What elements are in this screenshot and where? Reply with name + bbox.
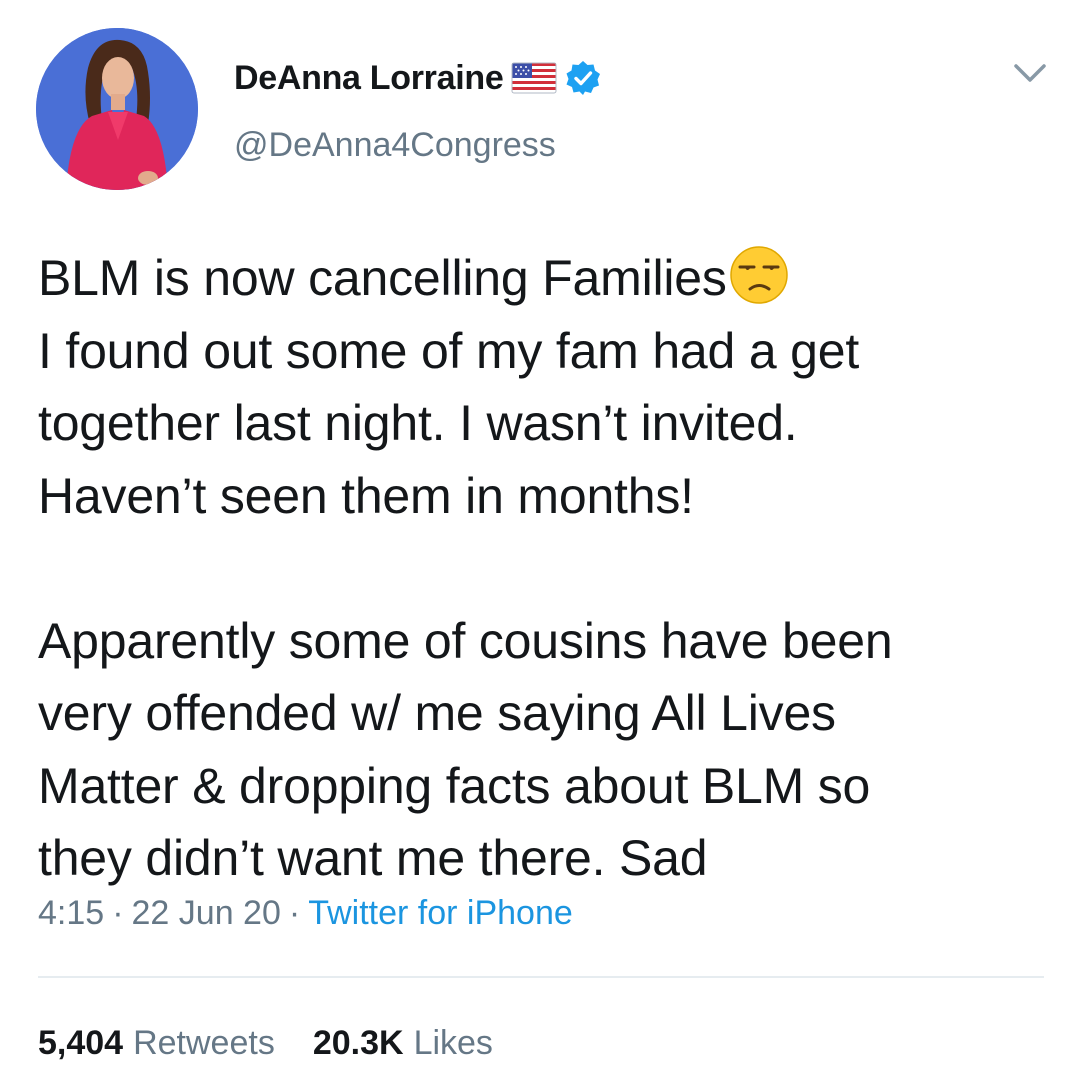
author-handle[interactable]: @DeAnna4Congress — [234, 126, 556, 165]
tweet-text-line: Haven’t seen them in months! — [38, 467, 694, 524]
tweet-time[interactable]: 4:15 — [38, 894, 104, 933]
likes-label: Likes — [413, 1024, 493, 1062]
tweet-text-line: Matter & dropping facts about BLM so — [38, 757, 871, 814]
avatar[interactable] — [36, 28, 198, 190]
unamused-face-icon — [729, 246, 788, 304]
meta-separator: · — [112, 894, 124, 932]
tweet-text-blank-line — [38, 532, 1048, 605]
tweet-text-line: together last night. I wasn’t invited. — [38, 395, 798, 451]
tweet-source-link[interactable]: Twitter for iPhone — [308, 894, 573, 933]
display-name[interactable]: DeAnna Lorraine — [234, 59, 504, 98]
tweet-text-line: Apparently some of cousins have been — [38, 612, 893, 669]
verified-badge-icon — [566, 61, 601, 95]
tweet-text-line: BLM is now cancelling Families — [38, 242, 1048, 315]
us-flag-icon — [511, 62, 557, 94]
retweets-stat[interactable]: 5,404 Retweets — [38, 1024, 275, 1063]
likes-stat[interactable]: 20.3K Likes — [313, 1024, 493, 1063]
chevron-down-icon[interactable] — [1010, 58, 1050, 88]
meta-separator: · — [288, 894, 301, 932]
tweet-meta: 4:15 · 22 Jun 20 · Twitter for iPhone — [38, 894, 573, 933]
retweets-count: 5,404 — [38, 1024, 124, 1062]
avatar-image — [36, 28, 198, 190]
tweet-text-line: very offended w/ me saying All Lives — [38, 685, 836, 741]
tweet-stats: 5,404 Retweets 20.3K Likes — [38, 1024, 493, 1063]
retweets-label: Retweets — [133, 1024, 275, 1062]
author-name-row: DeAnna Lorraine — [234, 56, 601, 100]
tweet-date[interactable]: 22 Jun 20 — [132, 894, 281, 933]
tweet-text: BLM is now cancelling Families I found o… — [38, 242, 1048, 895]
tweet-text-line: they didn’t want me there. Sad — [38, 830, 708, 886]
likes-count: 20.3K — [312, 1024, 404, 1062]
tweet-text-line: I found out some of my fam had a get — [38, 322, 860, 379]
divider — [38, 976, 1044, 978]
